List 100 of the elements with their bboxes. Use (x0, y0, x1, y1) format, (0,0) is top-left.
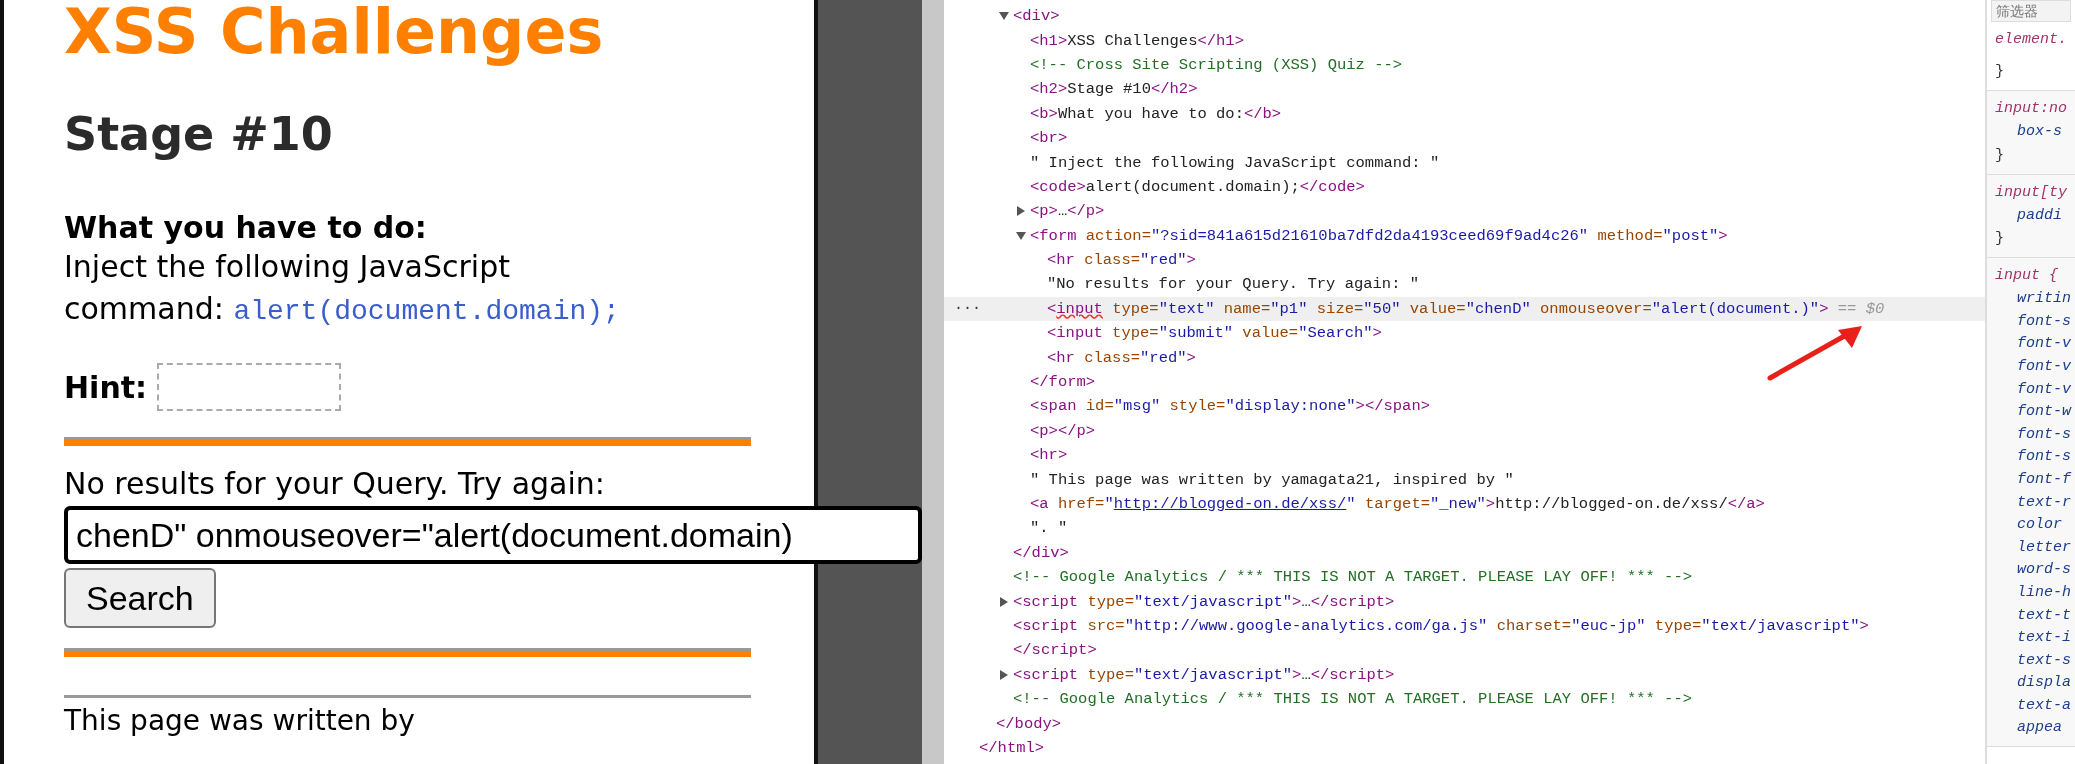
css-property: text-i (2016, 628, 2072, 649)
dom-node-row[interactable]: <p></p> (1030, 418, 1985, 444)
markup-line: </html> (979, 738, 1045, 757)
css-property: font-v (2016, 334, 2072, 355)
css-property: color (2016, 515, 2063, 536)
dom-node-row[interactable]: <script type="text/javascript">…</script> (1013, 589, 1985, 614)
markup-line: <script src="http://www.google-analytics.com/ga.js" charset="euc-jp" type="text/javascript"> (1013, 616, 1869, 635)
result-message: No results for your Query. Try again: (64, 465, 606, 503)
instruction-text: Inject the following JavaScript command: alert(document.domain); (64, 248, 621, 329)
css-property: font-f (2016, 469, 2073, 490)
dom-node-row[interactable]: <input type="submit" value="Search"> (1047, 321, 1985, 346)
css-property: font-v (2016, 356, 2072, 377)
css-property: font-v (2016, 379, 2072, 400)
css-property: displa (2016, 673, 2072, 694)
markup-line: <div> (1013, 7, 1060, 26)
dom-node-row[interactable]: <h1>XSS Challenges</h1> (1030, 28, 1985, 53)
dom-node-row[interactable]: " Inject the following JavaScript command: " (1030, 150, 1985, 175)
markup-line: </div> (1013, 543, 1069, 562)
dom-node-row[interactable]: <!-- Google Analytics / *** THIS IS NOT A TARGET. PLEASE LAY OFF! *** --> (1013, 686, 1985, 712)
css-property: appea (2016, 718, 2063, 739)
dom-node-row[interactable]: <b>What you have to do:</b> (1030, 101, 1985, 126)
markup-line: <!-- Google Analytics / *** THIS IS NOT A TARGET. PLEASE LAY OFF! *** --> (1013, 568, 1692, 587)
dom-node-row[interactable]: "No results for your Query. Try again: " (1047, 272, 1985, 297)
dom-node-row[interactable]: <div> (1013, 4, 1985, 29)
dom-node-row[interactable]: <script type="text/javascript">…</script> (1013, 662, 1985, 687)
css-property: text-t (2016, 605, 2072, 626)
markup-line: <a href="http://blogged-on.de/xss/" target="_new">http://blogged-on.de/xss/</a> (1030, 495, 1765, 513)
dom-node-row[interactable]: <!-- Google Analytics / *** THIS IS NOT A TARGET. PLEASE LAY OFF! *** --> (1013, 565, 1985, 590)
dom-node-row[interactable]: <hr class="red"> (1047, 345, 1985, 370)
hint-label: Hint: (64, 369, 148, 405)
dom-node-row[interactable]: <a href="http://blogged-on.de/xss/" target="_new">http://blogged-on.de/xss/</a> (1030, 491, 1985, 517)
markup-line: ". " (1030, 519, 1068, 538)
right-triangle-icon[interactable] (999, 669, 1009, 680)
query-field[interactable]: chenD" onmouseover="alert(document.domain) (64, 506, 922, 564)
dom-node-row[interactable]: </html> (979, 735, 1985, 761)
dom-node-row[interactable]: <hr class="red"> (1047, 247, 1985, 273)
css-property: text-r (2016, 492, 2072, 513)
dom-node-row[interactable]: <br> (1030, 125, 1985, 151)
css-property: letter (2016, 537, 2072, 558)
css-property: box-s (2016, 122, 2063, 142)
css-selector: input { (1995, 266, 2059, 287)
markup-line: <b>What you have to do:</b> (1030, 104, 1282, 123)
dom-node-row[interactable]: <h2>Stage #10</h2> (1030, 77, 1985, 102)
css-selector: input[ty (1995, 182, 2068, 203)
markup-line: <!-- Google Analytics / *** THIS IS NOT A TARGET. PLEASE LAY OFF! *** --> (1013, 690, 1692, 709)
css-property: font-s (2016, 311, 2072, 332)
markup-line: </form> (1030, 373, 1096, 392)
markup-line: <hr class="red"> (1047, 348, 1196, 367)
dom-node-row[interactable]: <hr> (1030, 443, 1985, 468)
stage-heading: Stage #10 (64, 106, 334, 162)
css-brace: } (1995, 62, 2005, 82)
page-title: XSS Challenges (64, 0, 605, 64)
dom-node-row[interactable]: <span id="msg" style="display:none"></span> (1030, 394, 1985, 419)
markup-line: </body> (996, 714, 1062, 733)
css-property: line-h (2016, 582, 2072, 603)
markup-line: <hr> (1030, 446, 1068, 465)
css-property: word-s (2016, 560, 2072, 581)
right-triangle-icon[interactable] (1016, 206, 1026, 217)
dom-node-row[interactable]: </script> (1013, 638, 1985, 663)
dom-node-row[interactable]: </form> (1030, 369, 1985, 395)
dom-node-row[interactable]: ". " (1030, 516, 1985, 541)
markup-line: <code>alert(document.domain);</code> (1030, 177, 1365, 196)
markup-line: <script type="text/javascript">…</script> (1013, 592, 1395, 611)
markup-line: <script type="text/javascript">…</script> (1013, 665, 1395, 684)
css-property: text-a (2016, 695, 2072, 716)
dom-node-row[interactable]: </body> (996, 711, 1985, 736)
markup-line: " Inject the following JavaScript command: " (1030, 153, 1440, 172)
css-selector: element. (1995, 30, 2068, 50)
dom-node-row[interactable]: <form action="?sid=841a615d21610ba7dfd2da4193ceed69f9ad4c26" method="post"> (1030, 223, 1985, 248)
search-button[interactable]: Search (64, 568, 216, 628)
task-label: What you have to do: (64, 210, 428, 246)
markup-line: <h2>Stage #10</h2> (1030, 80, 1198, 99)
dom-node-row[interactable]: <!-- Cross Site Scripting (XSS) Quiz --> (1030, 52, 1985, 78)
css-brace: } (1995, 229, 2005, 250)
markup-line: " This page was written by yamagata21, inspired by " (1030, 470, 1514, 489)
dom-node-row[interactable]: " This page was written by yamagata21, inspired by " (1030, 467, 1985, 492)
down-triangle-icon[interactable] (1016, 230, 1026, 241)
filter-field[interactable]: 筛选器 (1991, 0, 2071, 22)
markup-line: <span id="msg" style="display:none"></span> (1030, 397, 1431, 416)
css-brace: } (1995, 145, 2005, 166)
down-triangle-icon[interactable] (999, 11, 1009, 22)
dom-node-row[interactable]: <p>…</p> (1030, 199, 1985, 224)
css-property: font-s (2016, 447, 2072, 468)
more-options-icon[interactable]: ··· (954, 300, 981, 318)
markup-line: <br> (1030, 129, 1068, 148)
dom-node-row[interactable]: <code>alert(document.domain);</code> (1030, 174, 1985, 200)
markup-line: </script> (1013, 641, 1097, 660)
css-selector: input:no (1995, 99, 2068, 119)
dom-node-row[interactable]: <script src="http://www.google-analytics.com/ga.js" charset="euc-jp" type="text/javascript"> (1013, 613, 1985, 639)
markup-line: <input type="submit" value="Search"> (1047, 324, 1382, 343)
dom-node-row[interactable]: </div> (1013, 540, 1985, 565)
css-property: paddi (2016, 205, 2063, 226)
css-property: font-w (2016, 402, 2073, 423)
markup-line: <hr class="red"> (1047, 251, 1196, 270)
right-triangle-icon[interactable] (999, 596, 1009, 607)
markup-line: <h1>XSS Challenges</h1> (1030, 31, 1244, 50)
markup-line: <p>…</p> (1030, 202, 1105, 221)
markup-line: <input type="text" name="p1" size="50" value="chenD" onmouseover="alert(document.)"> == $0 (1047, 299, 1885, 318)
markup-line: "No results for your Query. Try again: " (1047, 275, 1420, 294)
css-property: font-s (2016, 424, 2072, 445)
